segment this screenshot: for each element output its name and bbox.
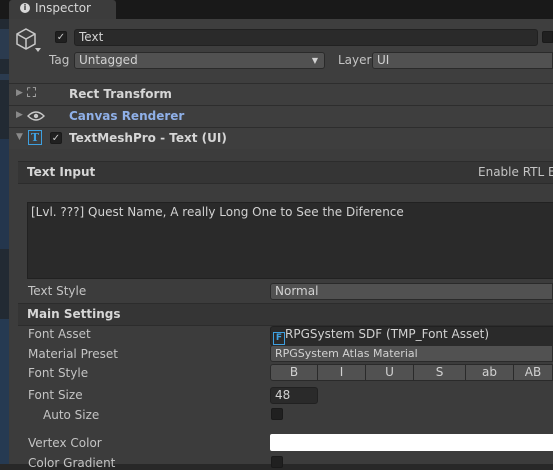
foldout-right-icon: ▶ <box>16 88 23 98</box>
uppercase-button[interactable]: AB <box>513 364 553 381</box>
textmeshpro-icon: T <box>28 130 42 145</box>
material-preset-dropdown[interactable]: RPGSystem Atlas Material <box>270 345 553 362</box>
tag-dropdown[interactable]: Untagged ▼ <box>74 52 325 69</box>
tab-inspector-label: Inspector <box>35 1 91 15</box>
vertex-color-label: Vertex Color <box>28 436 102 450</box>
auto-size-label: Auto Size <box>43 408 100 422</box>
tab-inspector[interactable]: i Inspector <box>9 0 116 20</box>
component-title: Rect Transform <box>69 87 172 101</box>
component-textmeshpro[interactable]: ▼ T ✓ TextMeshPro - Text (UI) <box>9 127 553 149</box>
font-asset-value: RPGSystem SDF (TMP_Font Asset) <box>285 327 490 341</box>
text-style-label: Text Style <box>28 284 87 298</box>
font-asset-field[interactable]: F RPGSystem SDF (TMP_Font Asset) <box>270 326 553 346</box>
vertex-color-swatch[interactable] <box>270 434 553 451</box>
strikethrough-button[interactable]: S <box>413 364 466 381</box>
color-gradient-label: Color Gradient <box>28 456 116 470</box>
font-asset-label: Font Asset <box>28 327 91 341</box>
foldout-right-icon: ▶ <box>16 110 23 120</box>
main-settings-label: Main Settings <box>27 307 121 321</box>
text-style-value: Normal <box>275 284 319 298</box>
font-style-label: Font Style <box>28 366 89 380</box>
text-input-area[interactable]: [Lvl. ???] Quest Name, A really Long One… <box>27 202 553 279</box>
layer-dropdown[interactable]: UI <box>372 52 553 69</box>
material-preset-label: Material Preset <box>28 347 118 361</box>
text-input-section: Text Input Enable RTL E <box>18 161 553 184</box>
chevron-down-icon: ▼ <box>311 56 318 65</box>
text-style-dropdown[interactable]: Normal <box>270 283 553 300</box>
tag-value: Untagged <box>79 53 138 67</box>
enable-rtl-label: Enable RTL E <box>478 165 553 179</box>
gameobject-cube-icon <box>16 28 41 52</box>
font-asset-icon: F <box>273 332 285 345</box>
tag-label: Tag <box>49 53 70 67</box>
component-canvas-renderer[interactable]: ▶ Canvas Renderer <box>9 105 553 127</box>
underline-button[interactable]: U <box>365 364 414 381</box>
auto-size-checkbox[interactable] <box>271 408 283 420</box>
font-size-label: Font Size <box>28 388 83 402</box>
rect-transform-icon: ⛶ <box>27 86 37 101</box>
font-size-field[interactable]: 48 <box>270 387 318 404</box>
text-input-label: Text Input <box>27 165 96 179</box>
font-style-buttons: B I U S ab AB <box>270 364 553 381</box>
lowercase-button[interactable]: ab <box>465 364 514 381</box>
layer-label: Layer <box>338 53 372 67</box>
component-title: TextMeshPro - Text (UI) <box>69 131 227 145</box>
color-gradient-checkbox[interactable] <box>271 456 283 468</box>
component-title: Canvas Renderer <box>69 109 185 123</box>
static-checkbox[interactable] <box>542 31 553 43</box>
bold-button[interactable]: B <box>270 364 318 381</box>
layer-value: UI <box>377 53 390 67</box>
component-enabled-checkbox[interactable]: ✓ <box>50 132 62 144</box>
info-icon: i <box>20 3 30 13</box>
component-rect-transform[interactable]: ▶ ⛶ Rect Transform <box>9 83 553 105</box>
text-input-value: [Lvl. ???] Quest Name, A really Long One… <box>31 205 404 219</box>
main-settings-section: Main Settings <box>18 303 553 326</box>
active-checkbox[interactable]: ✓ <box>55 31 67 43</box>
foldout-down-icon: ▼ <box>16 132 23 142</box>
italic-button[interactable]: I <box>317 364 366 381</box>
object-name-field[interactable]: Text <box>74 29 538 46</box>
eye-icon <box>27 111 45 121</box>
left-scene-strip <box>0 19 9 464</box>
material-preset-value: RPGSystem Atlas Material <box>275 347 418 360</box>
